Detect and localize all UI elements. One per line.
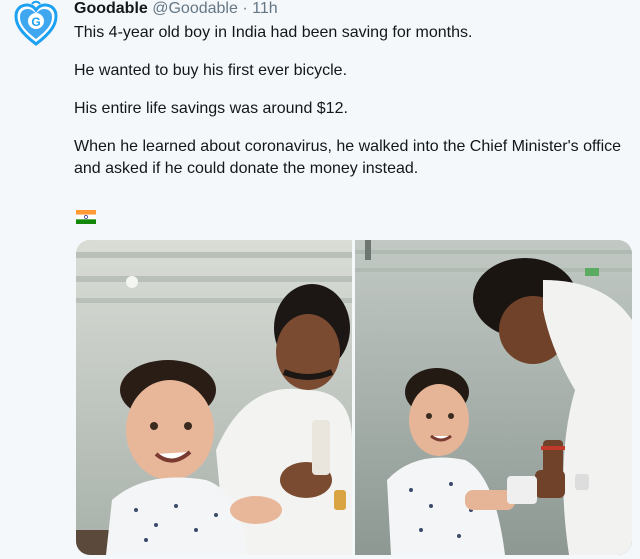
display-name[interactable]: Goodable xyxy=(74,0,148,17)
tweet-header: Goodable @Goodable · 11h xyxy=(74,0,278,18)
tweet-media[interactable] xyxy=(76,240,632,555)
photo-right-image xyxy=(355,240,632,555)
avatar-letter: G xyxy=(31,15,40,29)
photo-left-image xyxy=(76,240,352,555)
photo-left[interactable] xyxy=(76,240,352,555)
india-flag-icon xyxy=(76,210,96,224)
tweet-line: He wanted to buy his first ever bicycle. xyxy=(74,62,348,79)
tweet-line: When he learned about coronavirus, he wa… xyxy=(74,138,622,177)
photo-right[interactable] xyxy=(355,240,632,555)
heart-logo-icon: G xyxy=(14,0,58,46)
header-separator: · xyxy=(242,0,248,17)
profile-avatar[interactable]: G xyxy=(12,0,60,48)
tweet-card[interactable]: G Goodable @Goodable · 11h This 4-year o… xyxy=(0,0,640,559)
user-handle[interactable]: @Goodable xyxy=(152,0,238,17)
tweet-timestamp[interactable]: 11h xyxy=(252,0,278,17)
tweet-line: This 4-year old boy in India had been sa… xyxy=(74,24,473,41)
tweet-text: This 4-year old boy in India had been sa… xyxy=(74,22,634,196)
tweet-line: His entire life savings was around $12. xyxy=(74,100,348,117)
